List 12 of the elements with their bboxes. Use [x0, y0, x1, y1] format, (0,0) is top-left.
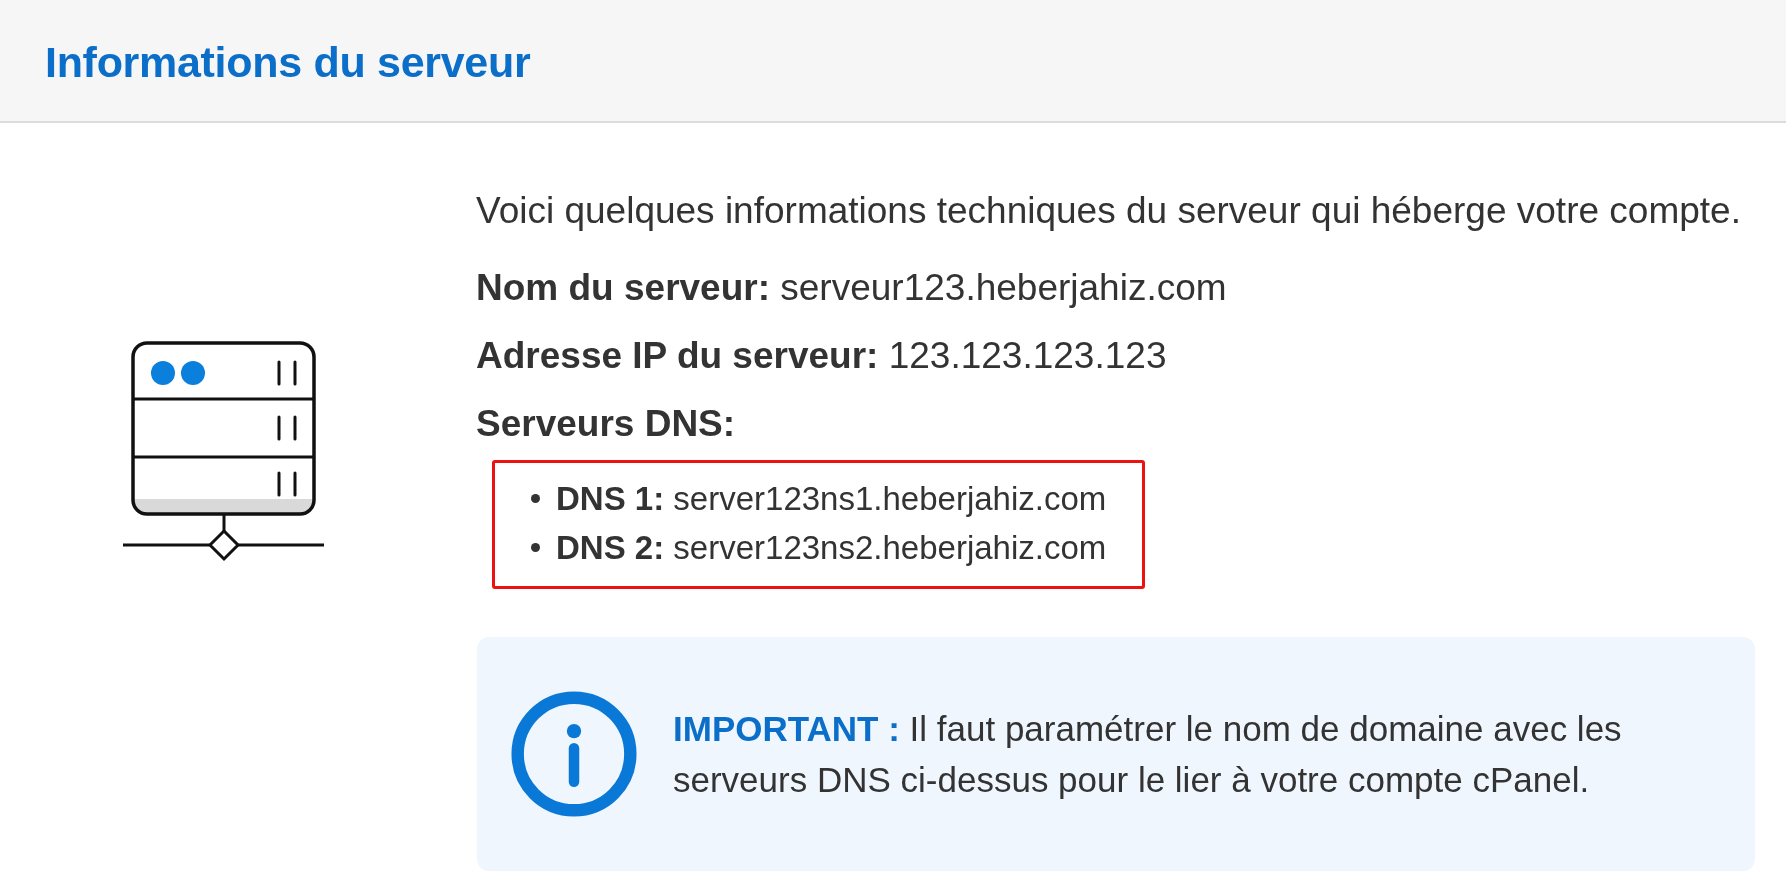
bullet-icon — [531, 494, 540, 503]
notice-text: IMPORTANT : Il faut paramétrer le nom de domaine avec les serveurs DNS ci-dessus pour le lier à votre compte cPanel. — [673, 708, 1623, 801]
dns-server-line: DNS 1: server123ns1.heberjahiz.com — [556, 478, 1107, 519]
server-info-line: Nom du serveur: serveur123.heberjahiz.com — [476, 266, 1228, 310]
info-icon — [511, 691, 637, 817]
dns-server-line: DNS 2: server123ns2.heberjahiz.com — [556, 527, 1107, 568]
server-info-line: Adresse IP du serveur: 123.123.123.123 — [476, 334, 1168, 378]
bullet-icon — [531, 543, 540, 552]
intro-text: Voici quelques informations techniques du serveur qui héberge votre compte. — [476, 189, 1742, 233]
server-icon — [120, 340, 326, 562]
dns-heading: Serveurs DNS: — [476, 402, 737, 446]
page-title: Informations du serveur — [45, 38, 531, 87]
